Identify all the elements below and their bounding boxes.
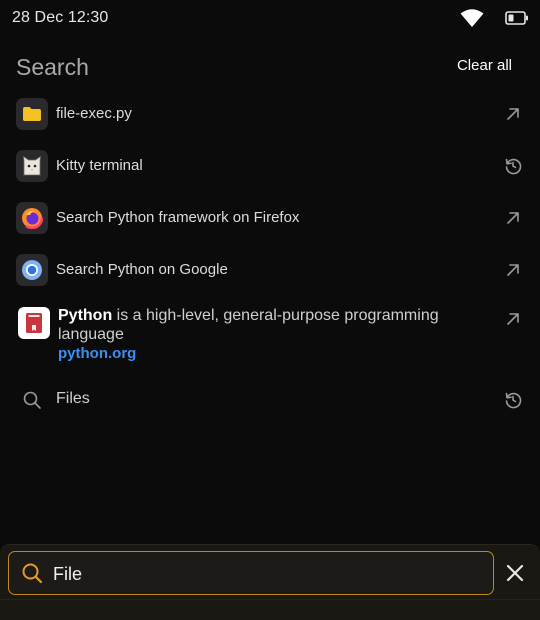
result-label: file-exec.py	[56, 105, 132, 122]
web-result-description: Python is a high-level, general-purpose …	[58, 306, 478, 344]
search-input[interactable]	[51, 560, 485, 588]
status-time: 28 Dec 12:30	[12, 9, 109, 26]
clear-all-button[interactable]: Clear all	[457, 57, 512, 74]
kitty-app-icon	[23, 155, 41, 176]
divider	[0, 599, 540, 600]
close-icon[interactable]	[505, 563, 525, 583]
result-icon-box	[16, 150, 48, 182]
result-item-google-search[interactable]: Search Python on Google	[0, 250, 540, 290]
result-icon-box	[18, 307, 50, 339]
result-icon-box	[16, 254, 48, 286]
chrome-icon	[22, 260, 42, 280]
result-label: Search Python on Google	[56, 261, 228, 278]
web-result-text: is a high-level, general-purpose program…	[58, 307, 439, 343]
search-icon	[23, 391, 41, 409]
web-result-link[interactable]: python.org	[58, 345, 136, 362]
search-icon	[22, 563, 43, 584]
search-panel	[0, 544, 540, 620]
result-item-file[interactable]: file-exec.py	[0, 94, 540, 134]
firefox-icon	[21, 207, 43, 229]
open-arrow-icon[interactable]	[504, 261, 522, 279]
result-label: Kitty terminal	[56, 157, 143, 174]
wifi-icon	[460, 9, 484, 27]
web-result-python[interactable]: Python is a high-level, general-purpose …	[0, 304, 540, 368]
history-icon[interactable]	[504, 391, 522, 409]
page-title: Search	[16, 54, 89, 80]
web-result-title: Python	[58, 307, 113, 324]
suggestion-label: Files	[56, 390, 90, 407]
search-field[interactable]	[8, 551, 494, 595]
result-item-kitty[interactable]: Kitty terminal	[0, 146, 540, 186]
result-label: Search Python framework on Firefox	[56, 209, 300, 226]
result-item-firefox-search[interactable]: Search Python framework on Firefox	[0, 198, 540, 238]
folder-icon	[23, 107, 41, 121]
history-icon[interactable]	[504, 157, 522, 175]
launcher-screen: 28 Dec 12:30 Search Clear all file-exec.…	[0, 0, 540, 620]
suggestion-files[interactable]: Files	[0, 380, 540, 420]
book-icon	[26, 313, 42, 333]
result-icon-box	[16, 98, 48, 130]
result-icon-box	[16, 202, 48, 234]
open-arrow-icon[interactable]	[504, 105, 522, 123]
battery-icon	[505, 11, 528, 25]
search-header: Search Clear all	[0, 50, 540, 82]
status-bar: 28 Dec 12:30	[0, 0, 540, 36]
open-arrow-icon[interactable]	[504, 310, 522, 328]
open-arrow-icon[interactable]	[504, 209, 522, 227]
